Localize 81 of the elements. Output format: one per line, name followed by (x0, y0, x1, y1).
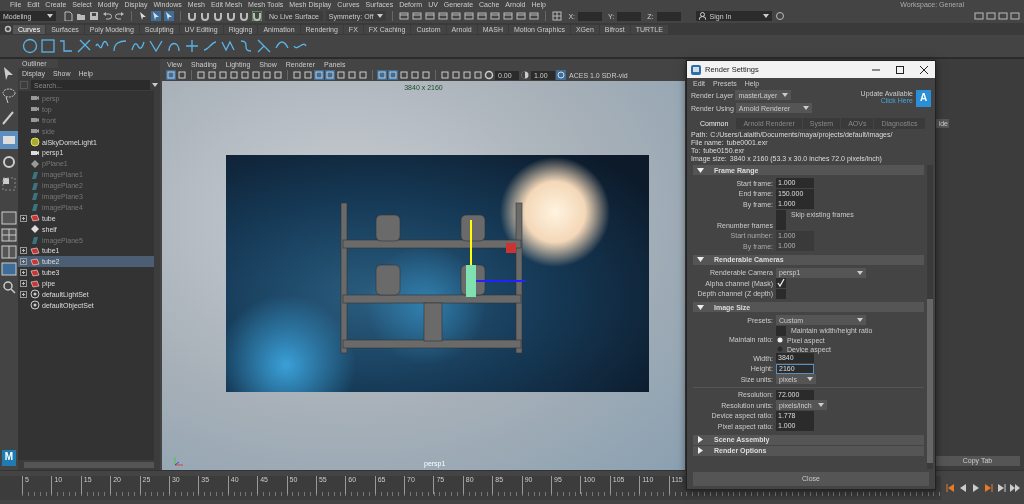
select-arrow-icon[interactable] (151, 11, 161, 21)
curve-icon[interactable] (256, 38, 272, 54)
refresh-icon[interactable] (774, 11, 785, 21)
redo-icon[interactable] (115, 11, 125, 21)
mesh-icon (30, 213, 40, 224)
search-icon[interactable] (2, 280, 16, 294)
expand-icon[interactable] (20, 290, 27, 298)
expand-icon[interactable] (20, 214, 27, 222)
plane-icon (30, 158, 40, 169)
radio-button[interactable] (776, 345, 784, 353)
rotate-icon[interactable] (0, 153, 18, 171)
square-icon[interactable] (40, 38, 56, 54)
image-icon (30, 235, 40, 245)
curve-icon[interactable] (202, 38, 218, 54)
caret-icon (782, 93, 789, 97)
caret-icon (152, 83, 158, 87)
maximize-icon[interactable] (895, 64, 905, 75)
caret-icon (857, 318, 863, 323)
caret-icon (762, 14, 769, 18)
scrollbar[interactable] (927, 165, 933, 469)
coordinate-field[interactable] (656, 11, 681, 21)
color-management-icon[interactable] (556, 70, 566, 80)
curve-icon[interactable] (184, 38, 200, 54)
folder-icon[interactable] (76, 11, 86, 21)
checkbox[interactable] (776, 325, 786, 336)
select-arrow-icon[interactable] (164, 11, 174, 21)
checkbox[interactable] (776, 209, 786, 220)
circle-icon[interactable] (22, 38, 38, 54)
two-pane-layout-icon[interactable] (1, 245, 17, 259)
caret-icon (377, 14, 384, 18)
curve-icon[interactable] (112, 38, 128, 54)
save-icon[interactable] (89, 11, 99, 21)
new-file-icon[interactable] (63, 11, 73, 21)
checkbox[interactable] (776, 288, 786, 299)
app-icon (691, 64, 701, 75)
expand-icon[interactable] (20, 269, 27, 277)
magnet-icon[interactable] (252, 11, 262, 21)
curve-icon[interactable] (148, 38, 164, 54)
exposure-icon[interactable] (484, 70, 494, 80)
play-icon[interactable] (971, 482, 981, 493)
caret-icon (47, 14, 53, 18)
caret-icon (802, 106, 809, 110)
app-logo: M (2, 450, 16, 466)
step-back-icon[interactable] (958, 482, 968, 493)
set-icon (30, 289, 40, 300)
coordinate-field[interactable] (578, 11, 603, 21)
curve-icon[interactable] (238, 38, 254, 54)
set-icon (30, 300, 40, 311)
close-icon[interactable] (919, 64, 929, 75)
plane-icon (30, 224, 40, 235)
scrollbar[interactable] (24, 462, 154, 468)
axis-gizmo-icon (172, 455, 184, 467)
select-arrow-icon[interactable] (138, 11, 148, 21)
caret-icon (857, 270, 863, 275)
scale-icon[interactable] (0, 175, 18, 193)
checkbox[interactable] (776, 220, 786, 231)
user-icon (698, 12, 706, 20)
expand-icon[interactable] (20, 280, 27, 288)
gamma-icon[interactable] (520, 70, 530, 80)
lasso-icon[interactable] (0, 87, 18, 105)
expand-icon[interactable] (20, 258, 27, 266)
go-to-end-icon[interactable] (997, 482, 1007, 493)
mesh-icon (30, 256, 40, 267)
expand-icon[interactable] (20, 247, 27, 255)
checkbox[interactable] (776, 278, 786, 289)
mesh-icon (30, 245, 40, 256)
mesh-icon (30, 278, 40, 289)
undo-icon[interactable] (102, 11, 112, 21)
fast-forward-icon[interactable] (1010, 482, 1020, 493)
four-pane-layout-icon[interactable] (1, 228, 17, 242)
caret-icon (807, 377, 813, 382)
go-to-start-icon[interactable] (945, 482, 955, 493)
caret-icon (817, 403, 824, 408)
mesh-icon (30, 267, 40, 278)
curve-icon[interactable] (58, 38, 74, 54)
image-icon (30, 169, 40, 180)
renderer-logo: A (916, 90, 931, 107)
coordinate-field[interactable] (617, 11, 642, 21)
curve-icon[interactable] (76, 38, 92, 54)
step-forward-icon[interactable] (984, 482, 994, 493)
radio-button[interactable] (776, 336, 784, 344)
